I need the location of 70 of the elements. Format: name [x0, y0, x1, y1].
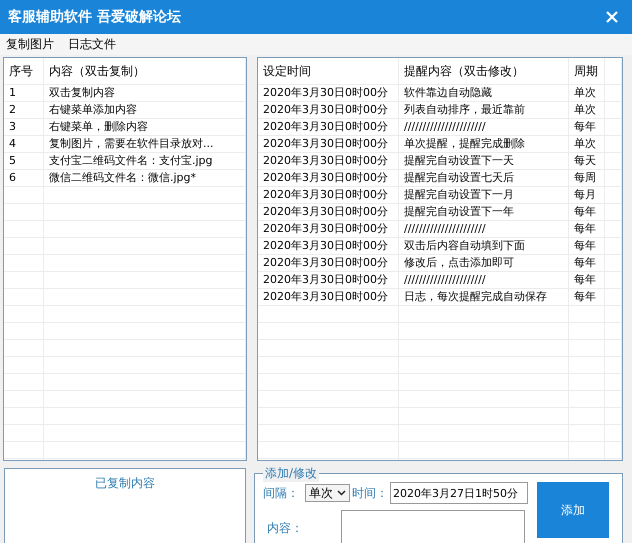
table-cell: 支付宝二维码文件名：支付宝.jpg: [44, 153, 246, 169]
table-cell: 复制图片，需要在软件目录放对...: [44, 136, 246, 152]
table-cell: 每年: [569, 289, 605, 305]
table-cell: 2020年3月30日0时00分: [258, 289, 399, 305]
column-header[interactable]: 设定时间: [258, 58, 399, 84]
table-cell: 3: [4, 119, 44, 135]
column-header[interactable]: 提醒内容（双击修改）: [399, 58, 569, 84]
table-cell: 每年: [569, 238, 605, 254]
table-cell: 每年: [569, 119, 605, 135]
table-cell: 软件靠边自动隐藏: [399, 85, 569, 101]
table-cell: 每年: [569, 272, 605, 288]
menu-item[interactable]: 复制图片: [6, 36, 54, 53]
table-cell: 列表自动排序，最近靠前: [399, 102, 569, 118]
table-cell: 提醒完自动设置下一月: [399, 187, 569, 203]
table-cell: 4: [4, 136, 44, 152]
table-cell: 2020年3月30日0时00分: [258, 170, 399, 186]
table-cell: 2020年3月30日0时00分: [258, 187, 399, 203]
table-cell: 提醒完自动设置七天后: [399, 170, 569, 186]
table-cell: 2020年3月30日0时00分: [258, 102, 399, 118]
caret-icon: [337, 490, 346, 496]
table-cell: 2020年3月30日0时00分: [258, 85, 399, 101]
table-cell: 2020年3月30日0时00分: [258, 255, 399, 271]
window-title: 客服辅助软件 吾爱破解论坛: [8, 8, 181, 26]
table-cell: 1: [4, 85, 44, 101]
table-cell: 双击后内容自动填到下面: [399, 238, 569, 254]
table-cell: 微信二维码文件名：微信.jpg*: [44, 170, 246, 186]
group-legend: 添加/修改: [263, 465, 320, 482]
interval-dropdown[interactable]: 单次: [305, 484, 350, 502]
table-cell: 5: [4, 153, 44, 169]
table-cell: 2020年3月30日0时00分: [258, 119, 399, 135]
panel-title: 已复制内容: [95, 475, 155, 492]
table-cell: 单次: [569, 85, 605, 101]
table-cell: 2020年3月30日0时00分: [258, 272, 399, 288]
table-cell: 6: [4, 170, 44, 186]
table-cell: 每年: [569, 221, 605, 237]
menu-item[interactable]: 日志文件: [68, 36, 116, 53]
time-field[interactable]: 2020年3月27日1时50分: [390, 482, 528, 504]
table-cell: 2020年3月30日0时00分: [258, 136, 399, 152]
table-cell: 2020年3月30日0时00分: [258, 221, 399, 237]
table-cell: 每年: [569, 204, 605, 220]
table-cell: 每月: [569, 187, 605, 203]
interval-label: 间隔：: [263, 484, 299, 502]
table-cell: //////////////////////: [399, 272, 569, 288]
column-header[interactable]: 序号: [4, 58, 44, 84]
table-cell: 单次: [569, 136, 605, 152]
table-cell: 双击复制内容: [44, 85, 246, 101]
table-cell: 单次提醒，提醒完成删除: [399, 136, 569, 152]
table-cell: 2020年3月30日0时00分: [258, 204, 399, 220]
table-cell: 右键菜单，删除内容: [44, 119, 246, 135]
table-cell: 日志，每次提醒完成自动保存: [399, 289, 569, 305]
column-header[interactable]: 周期: [569, 58, 605, 84]
table-cell: 2020年3月30日0时00分: [258, 153, 399, 169]
table-cell: //////////////////////: [399, 221, 569, 237]
add-button[interactable]: 添加: [537, 482, 609, 538]
table-cell: //////////////////////: [399, 119, 569, 135]
table-cell: 提醒完自动设置下一年: [399, 204, 569, 220]
time-label: 时间：: [352, 484, 388, 502]
table-cell: 2: [4, 102, 44, 118]
table-cell: 每周: [569, 170, 605, 186]
content-label: 内容：: [266, 520, 303, 537]
column-header[interactable]: 内容（双击复制）: [44, 58, 246, 84]
table-cell: 2020年3月30日0时00分: [258, 238, 399, 254]
table-cell: 右键菜单添加内容: [44, 102, 246, 118]
table-cell: 修改后，点击添加即可: [399, 255, 569, 271]
table-cell: 每年: [569, 255, 605, 271]
table-cell: 提醒完自动设置下一天: [399, 153, 569, 169]
table-cell: 每天: [569, 153, 605, 169]
table-cell: 单次: [569, 102, 605, 118]
content-field[interactable]: [341, 510, 525, 543]
close-icon[interactable]: [606, 11, 618, 23]
